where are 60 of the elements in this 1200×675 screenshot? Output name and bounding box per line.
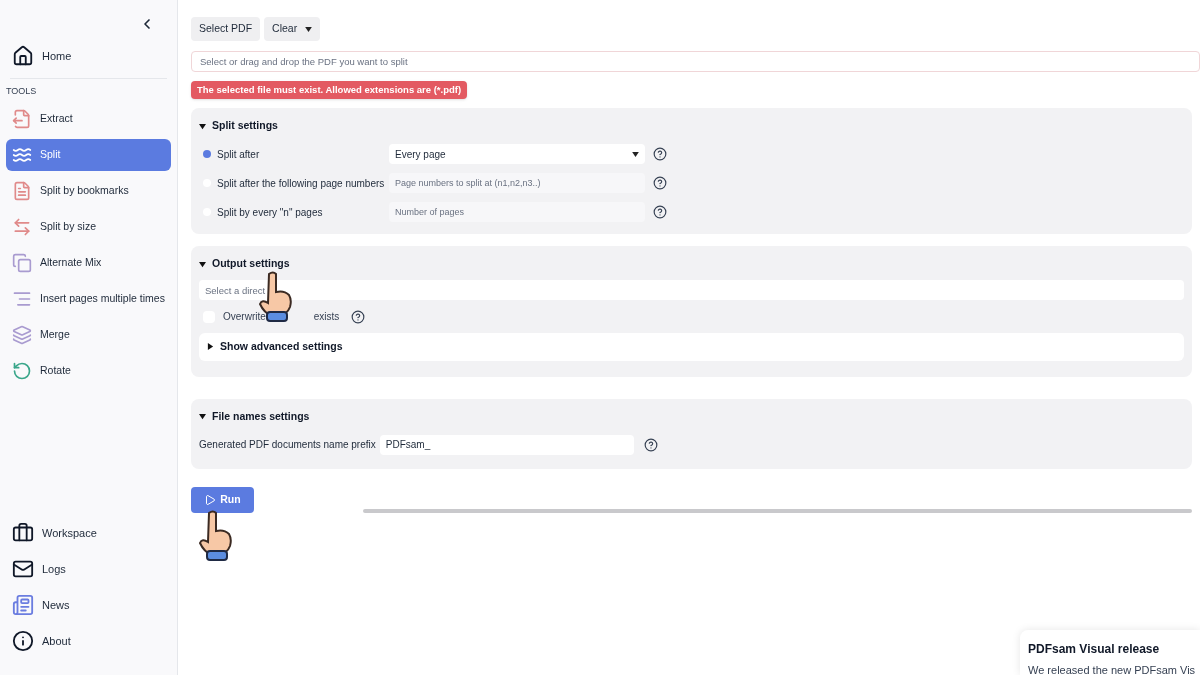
- play-icon: [204, 493, 217, 506]
- newspaper-icon: [12, 594, 34, 616]
- briefcase-icon: [12, 522, 34, 544]
- sidebar-item[interactable]: Alternate Mix: [6, 246, 171, 279]
- notification-title: PDFsam Visual release: [1028, 641, 1161, 658]
- tool-icon: [12, 108, 32, 129]
- dropdown-icon: [632, 151, 639, 157]
- option-input-field[interactable]: Page numbers to split at (n1,n2,n3..): [389, 173, 645, 193]
- sidebar-item[interactable]: Merge: [6, 318, 171, 351]
- sidebar-item[interactable]: Workspace: [6, 515, 171, 551]
- home-icon: [12, 45, 34, 67]
- section-header[interactable]: Split settings: [199, 116, 1184, 136]
- tool-icon: [12, 252, 32, 273]
- help-icon[interactable]: [653, 205, 667, 219]
- sidebar-item[interactable]: News: [6, 587, 171, 623]
- run-button[interactable]: Run: [191, 486, 254, 513]
- option-input-field[interactable]: Number of pages: [389, 202, 645, 222]
- mail-icon: [12, 558, 34, 580]
- tool-icon: [12, 324, 32, 345]
- advanced-settings-panel[interactable]: Show advanced settings: [199, 332, 1184, 361]
- select-pdf-button[interactable]: Select PDF: [191, 17, 261, 41]
- prefix-input-field[interactable]: PDFsam_: [379, 434, 634, 455]
- section-header[interactable]: File names settings: [199, 406, 1184, 427]
- checkbox-label: exists: [313, 310, 340, 324]
- option-label: Split after: [217, 147, 260, 162]
- collapsed-triangle-icon: [207, 343, 214, 350]
- section-header[interactable]: Output settings: [199, 254, 1184, 274]
- section-label: TOOLS: [6, 85, 37, 98]
- sidebar-item[interactable]: Split by bookmarks: [6, 174, 171, 207]
- sidebar-item[interactable]: Extract: [6, 102, 171, 135]
- sidebar-item[interactable]: Split: [6, 138, 171, 171]
- sidebar-item[interactable]: Logs: [6, 551, 171, 587]
- clear-button[interactable]: Clear: [264, 17, 321, 41]
- directory-input-field[interactable]: Select a direct: [199, 280, 1184, 300]
- dropdown-icon: [305, 26, 313, 32]
- option-label: Split after the following page numbers: [217, 176, 385, 191]
- sidebar-item[interactable]: Rotate: [6, 354, 171, 387]
- option-label: Split by every "n" pages: [217, 205, 323, 220]
- sidebar-item[interactable]: About: [6, 623, 171, 659]
- prefix-label: Generated PDF documents name prefix: [199, 438, 376, 452]
- expanded-triangle-icon: [199, 413, 206, 420]
- radio-button[interactable]: [203, 150, 211, 158]
- help-icon[interactable]: [643, 437, 658, 452]
- notification-body: We released the new PDFsam Vis: [1028, 663, 1197, 675]
- help-icon[interactable]: [653, 176, 667, 190]
- tool-icon: [12, 180, 32, 201]
- tool-icon: [12, 360, 32, 381]
- sidebar-item[interactable]: Home: [6, 38, 171, 74]
- checkbox-label: Overwrite: [223, 310, 266, 324]
- help-icon[interactable]: [653, 147, 667, 161]
- sidebar-item[interactable]: Insert pages multiple times: [6, 282, 171, 315]
- expanded-triangle-icon: [199, 260, 206, 268]
- sidebar-item[interactable]: Split by size: [6, 210, 171, 243]
- info-icon: [12, 630, 34, 652]
- help-icon[interactable]: [351, 309, 366, 324]
- split-select[interactable]: Every page: [389, 144, 645, 164]
- expanded-triangle-icon: [199, 122, 206, 130]
- tool-icon: [12, 216, 32, 237]
- file-input-field[interactable]: Select or drag and drop the PDF you want to split: [191, 51, 1200, 72]
- error-message: The selected file must exist. Allowed extensions are (*.pdf): [191, 81, 468, 100]
